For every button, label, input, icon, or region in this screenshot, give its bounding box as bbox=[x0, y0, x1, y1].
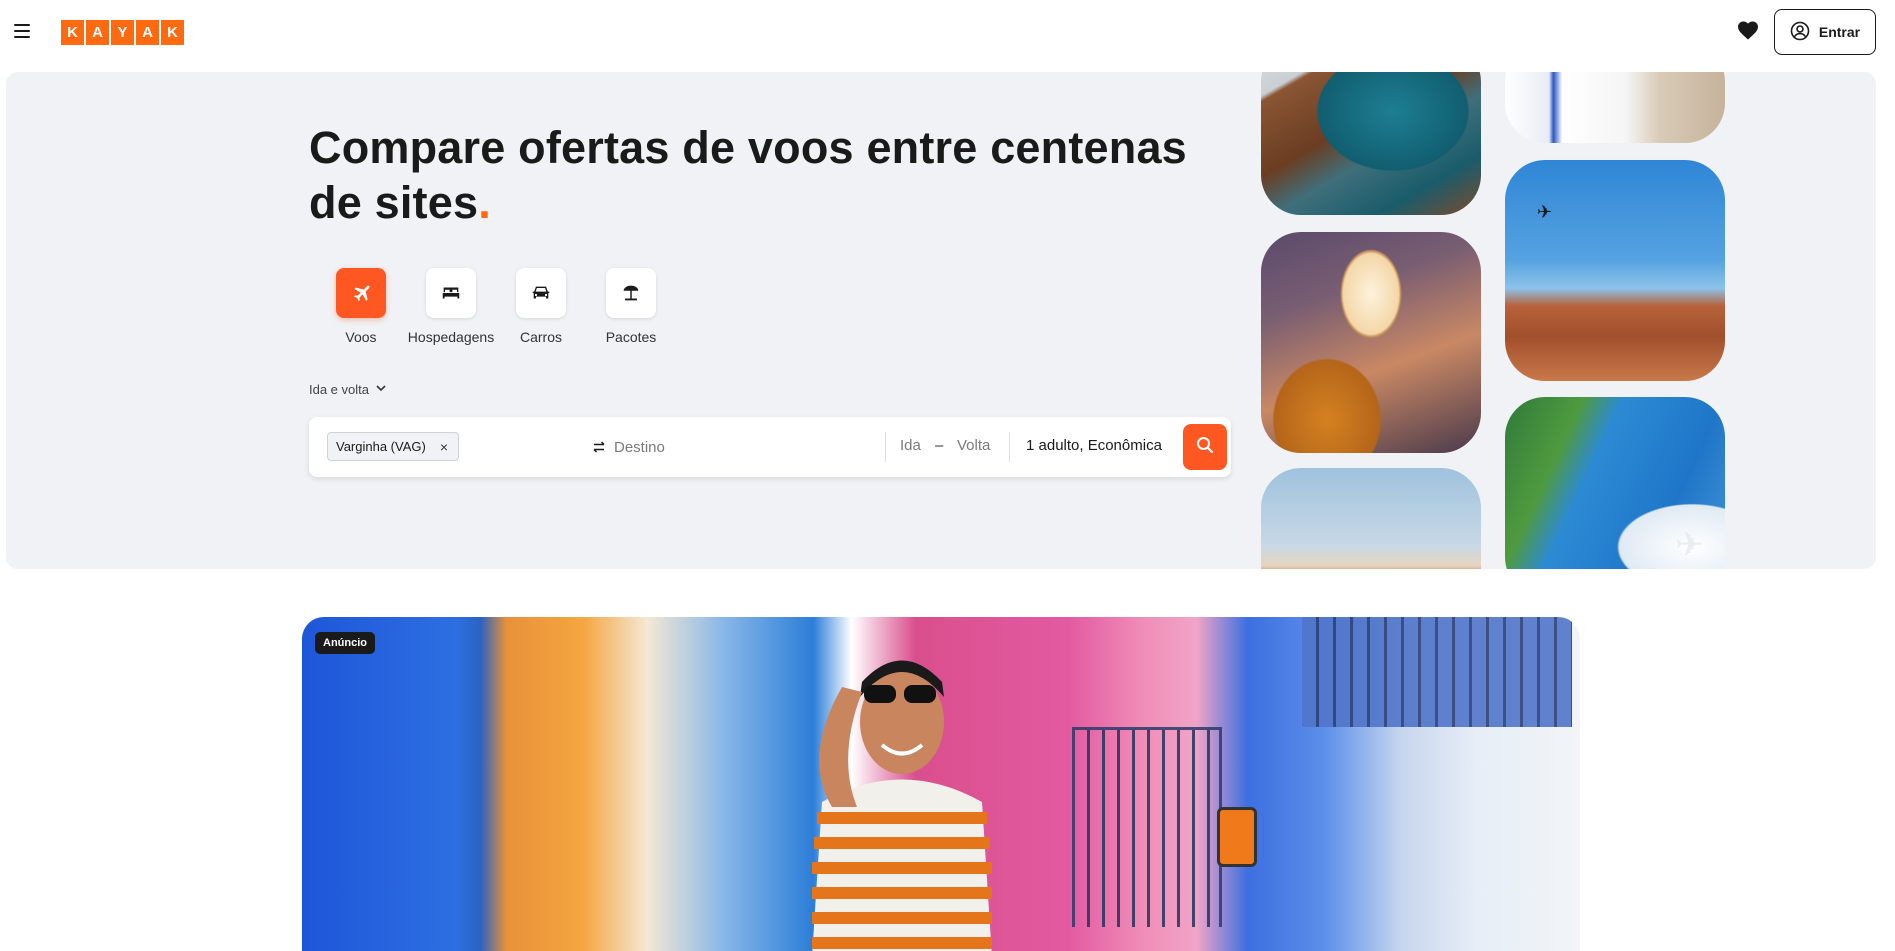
hero-image-desert-plane: ✈ bbox=[1505, 160, 1725, 381]
tab-label: Voos bbox=[345, 329, 377, 345]
date-separator: – bbox=[935, 437, 944, 454]
tab-voos[interactable]: Voos bbox=[316, 268, 406, 345]
trip-type-dropdown[interactable]: Ida e volta bbox=[309, 382, 387, 397]
chevron-down-icon bbox=[375, 382, 387, 397]
vertical-tabs: Voos Hospedagens Carros Pacotes bbox=[316, 268, 676, 345]
logo-letter: A bbox=[136, 20, 159, 45]
divider bbox=[1009, 432, 1010, 462]
title-accent-dot: . bbox=[478, 177, 491, 228]
bed-icon bbox=[426, 268, 476, 318]
signin-label: Entrar bbox=[1818, 24, 1861, 40]
logo-letter: Y bbox=[111, 20, 134, 45]
hero-image-child-window bbox=[1261, 232, 1481, 453]
ad-decoration-railing bbox=[1072, 727, 1222, 927]
tab-label: Carros bbox=[519, 329, 562, 345]
flight-search-form: Varginha (VAG) × Ida – Volta 1 adulto, E… bbox=[309, 417, 1231, 477]
kayak-logo[interactable]: K A Y A K bbox=[61, 20, 184, 45]
hero-image-palm-plane: ✈ bbox=[1505, 397, 1725, 569]
top-bar: K A Y A K Entrar bbox=[0, 0, 1895, 66]
tab-carros[interactable]: Carros bbox=[496, 268, 586, 345]
airplane-icon bbox=[336, 268, 386, 318]
beach-umbrella-icon bbox=[606, 268, 656, 318]
swap-icon[interactable] bbox=[587, 435, 611, 459]
depart-date-field[interactable]: Ida bbox=[900, 437, 921, 454]
tab-pacotes[interactable]: Pacotes bbox=[586, 268, 676, 345]
travelers-cabin-selector[interactable]: 1 adulto, Econômica bbox=[1026, 437, 1162, 454]
tab-label: Pacotes bbox=[605, 329, 657, 345]
page-title-text: Compare ofertas de voos entre centenas d… bbox=[309, 122, 1187, 228]
close-icon[interactable]: × bbox=[440, 439, 448, 455]
hero-section: Compare ofertas de voos entre centenas d… bbox=[6, 72, 1876, 569]
return-date-field[interactable]: Volta bbox=[957, 437, 990, 454]
destination-input[interactable] bbox=[614, 431, 864, 463]
car-icon bbox=[516, 268, 566, 318]
ad-person-illustration bbox=[812, 660, 992, 951]
page-title: Compare ofertas de voos entre centenas d… bbox=[309, 120, 1209, 230]
tab-label: Hospedagens bbox=[407, 329, 495, 345]
origin-chip[interactable]: Varginha (VAG) × bbox=[327, 432, 460, 461]
logo-letter: K bbox=[161, 20, 184, 45]
ad-decoration-balcony bbox=[1302, 617, 1572, 727]
airplane-icon: ✈ bbox=[1537, 202, 1553, 222]
search-button[interactable] bbox=[1183, 424, 1227, 470]
user-circle-icon bbox=[1790, 21, 1810, 44]
heart-icon[interactable] bbox=[1736, 19, 1760, 43]
ad-badge: Anúncio bbox=[315, 632, 375, 654]
ad-decoration-lamp bbox=[1217, 807, 1257, 867]
origin-chip-label: Varginha (VAG) bbox=[336, 439, 426, 454]
hero-image-street bbox=[1505, 72, 1725, 143]
tab-hospedagens[interactable]: Hospedagens bbox=[406, 268, 496, 345]
divider bbox=[885, 432, 886, 462]
search-icon bbox=[1195, 435, 1215, 460]
trip-type-label: Ida e volta bbox=[309, 382, 369, 397]
ad-banner[interactable]: Anúncio bbox=[302, 617, 1580, 951]
airplane-icon: ✈ bbox=[1675, 526, 1704, 564]
signin-button[interactable]: Entrar bbox=[1774, 9, 1876, 55]
logo-letter: K bbox=[61, 20, 84, 45]
hero-image-canyon bbox=[1261, 468, 1481, 569]
logo-letter: A bbox=[86, 20, 109, 45]
hamburger-menu-icon[interactable] bbox=[10, 18, 36, 44]
hero-image-aerial-river bbox=[1261, 72, 1481, 215]
